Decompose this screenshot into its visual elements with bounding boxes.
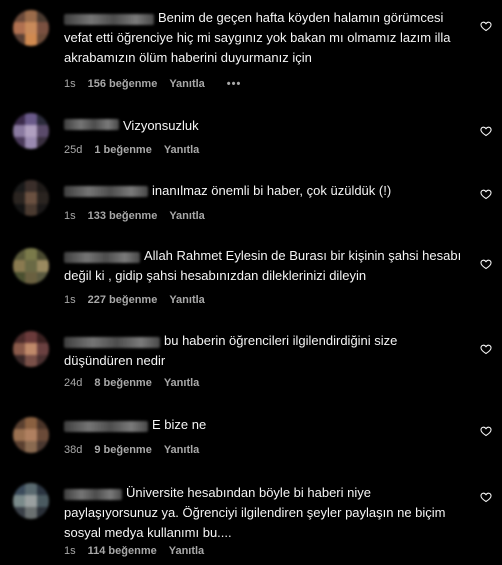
like-heart-icon[interactable]	[480, 425, 492, 437]
reply-button[interactable]: Yanıtla	[164, 144, 199, 156]
likes-count[interactable]: 1 beğenme	[94, 144, 151, 156]
comment-time[interactable]: 25d	[64, 144, 82, 156]
comment-meta: 1s 227 beğenme Yanıtla	[64, 294, 205, 306]
likes-count[interactable]: 156 beğenme	[88, 78, 158, 90]
like-heart-icon[interactable]	[480, 491, 492, 503]
likes-count[interactable]: 114 beğenme	[88, 545, 157, 557]
comment-text: Benim de geçen hafta köyden halamın görü…	[64, 10, 455, 65]
avatar[interactable]	[13, 180, 49, 216]
likes-count[interactable]: 227 beğenme	[88, 294, 158, 306]
comment-time[interactable]: 24d	[64, 377, 82, 389]
avatar[interactable]	[13, 113, 49, 149]
comment-text: Üniversite hesabından böyle bi haberi ni…	[64, 485, 450, 540]
reply-button[interactable]: Yanıtla	[169, 78, 204, 90]
reply-button[interactable]: Yanıtla	[169, 210, 204, 222]
reply-button[interactable]: Yanıtla	[164, 377, 199, 389]
comment-meta: 24d 8 beğenme Yanıtla	[64, 377, 199, 389]
comment-item: Vizyonsuzluk 25d 1 beğenme Yanıtla	[0, 113, 502, 163]
avatar[interactable]	[13, 417, 49, 453]
comment-item: Benim de geçen hafta köyden halamın görü…	[0, 8, 502, 90]
avatar[interactable]	[13, 331, 49, 367]
reply-button[interactable]: Yanıtla	[164, 444, 199, 456]
avatar[interactable]	[13, 10, 49, 46]
reply-button[interactable]: Yanıtla	[169, 294, 204, 306]
comment-text: inanılmaz önemli bi haber, çok üzüldük (…	[152, 183, 392, 198]
comment-meta: 1s 156 beğenme Yanıtla •••	[64, 78, 241, 90]
like-heart-icon[interactable]	[480, 125, 492, 137]
likes-count[interactable]: 133 beğenme	[88, 210, 158, 222]
more-options-button[interactable]: •••	[227, 78, 242, 90]
comment-item: inanılmaz önemli bi haber, çok üzüldük (…	[0, 180, 502, 225]
like-heart-icon[interactable]	[480, 258, 492, 270]
avatar[interactable]	[13, 248, 49, 284]
like-heart-icon[interactable]	[480, 188, 492, 200]
comment-time[interactable]: 1s	[64, 210, 76, 222]
comment-text: E bize ne	[152, 417, 207, 432]
comment-text: Allah Rahmet Eylesin de Burası bir kişin…	[64, 248, 465, 283]
like-heart-icon[interactable]	[480, 343, 492, 355]
comment-time[interactable]: 1s	[64, 545, 76, 557]
likes-count[interactable]: 9 beğenme	[94, 444, 151, 456]
comment-time[interactable]: 1s	[64, 294, 76, 306]
like-heart-icon[interactable]	[480, 20, 492, 32]
comment-item: bu haberin öğrencileri ilgilendirdiğini …	[0, 331, 502, 396]
comment-item: Üniversite hesabından böyle bi haberi ni…	[0, 483, 502, 563]
comment-time[interactable]: 38d	[64, 444, 82, 456]
avatar[interactable]	[13, 483, 49, 519]
comment-item: E bize ne 38d 9 beğenme Yanıtla	[0, 415, 502, 460]
comment-time[interactable]: 1s	[64, 78, 76, 90]
comment-meta: 1s 114 beğenme Yanıtla	[64, 545, 204, 557]
comment-text: Vizyonsuzluk	[123, 118, 199, 133]
likes-count[interactable]: 8 beğenme	[94, 377, 151, 389]
reply-button[interactable]: Yanıtla	[169, 545, 204, 557]
comment-meta: 25d 1 beğenme Yanıtla	[64, 144, 199, 156]
comment-item: Allah Rahmet Eylesin de Burası bir kişin…	[0, 246, 502, 311]
comment-meta: 38d 9 beğenme Yanıtla	[64, 444, 199, 456]
comment-meta: 1s 133 beğenme Yanıtla	[64, 210, 205, 222]
comment-text: bu haberin öğrencileri ilgilendirdiğini …	[64, 333, 402, 368]
